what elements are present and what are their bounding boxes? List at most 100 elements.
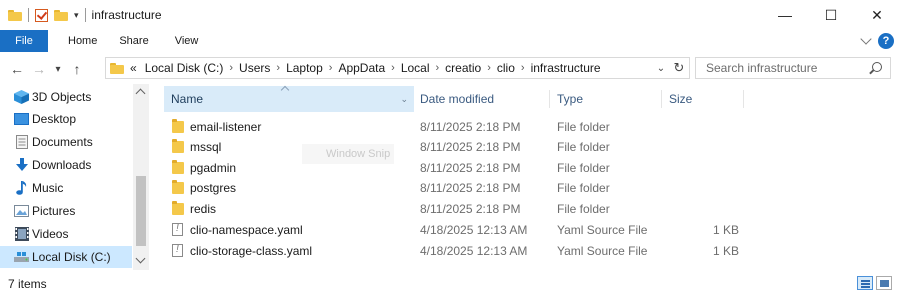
breadcrumb-separator[interactable]: › [391,62,395,74]
tab-share[interactable]: Share [113,30,164,52]
navigation-scrollbar[interactable] [133,84,149,270]
column-header-date[interactable]: Date modified [414,86,549,112]
table-row[interactable]: postgres 8/11/2025 2:18 PM File folder [164,178,764,198]
column-divider[interactable] [661,90,662,108]
nav-item-local-disk[interactable]: Local Disk (C:) [0,246,132,268]
file-type: File folder [557,161,610,175]
table-row[interactable]: mssql 8/11/2025 2:18 PM File folder [164,137,764,157]
file-type: Yaml Source File [557,223,648,237]
breadcrumb-separator[interactable]: › [487,62,491,74]
details-view-icon[interactable] [857,276,873,290]
folder-icon [172,119,184,133]
breadcrumb-item[interactable]: creatio [445,61,481,75]
file-name: clio-namespace.yaml [190,223,303,237]
breadcrumb-separator[interactable]: › [276,62,280,74]
breadcrumb-separator[interactable]: › [229,62,233,74]
folder-icon [110,62,124,74]
window-controls: — ☐ ✕ [762,0,900,30]
drive-icon [14,250,29,264]
up-button[interactable]: ↑ [66,58,88,80]
close-button[interactable]: ✕ [854,0,900,30]
customize-toolbar-dropdown[interactable]: ▾ [74,10,79,21]
file-size [669,137,739,157]
column-divider[interactable] [743,90,744,108]
address-bar[interactable]: « Local Disk (C:) › Users › Laptop › App… [105,57,690,79]
column-header-name[interactable]: Name ⌄ [164,85,414,112]
table-row[interactable]: email-listener 8/11/2025 2:18 PM File fo… [164,117,764,137]
folder-icon [8,9,22,21]
expand-ribbon-icon[interactable] [860,33,872,45]
breadcrumb-item[interactable]: infrastructure [531,61,601,75]
breadcrumb-item[interactable]: Users [239,61,270,75]
nav-item-label: Local Disk (C:) [32,250,111,264]
file-type: File folder [557,140,610,154]
breadcrumb-overflow[interactable]: « [130,61,137,75]
file-type: File folder [557,120,610,134]
nav-item-label: Pictures [32,204,76,218]
scroll-up-icon[interactable] [135,88,146,99]
properties-icon[interactable] [35,8,48,22]
address-history-dropdown[interactable]: ⌄ [653,63,669,74]
recent-locations-dropdown[interactable]: ▾ [50,58,66,80]
file-date: 8/11/2025 2:18 PM [420,140,521,154]
desktop-icon [14,112,29,126]
tab-file[interactable]: File [0,30,48,52]
documents-icon [14,135,29,149]
cube-icon [14,90,29,104]
scrollbar-thumb[interactable] [136,176,146,246]
file-size [669,178,739,198]
breadcrumb-item[interactable]: Laptop [286,61,323,75]
large-icon-glyph [880,280,889,287]
nav-item-pictures[interactable]: Pictures [0,200,132,222]
nav-item-label: Documents [32,135,93,149]
forward-button[interactable]: → [28,58,50,80]
nav-item-downloads[interactable]: Downloads [0,154,132,176]
column-header-label: Name [171,92,204,106]
column-header-label: Type [557,92,584,106]
nav-item-music[interactable]: Music [0,177,132,199]
nav-item-label: Desktop [32,112,77,126]
table-row[interactable]: pgadmin 8/11/2025 2:18 PM File folder [164,158,764,178]
tab-view[interactable]: View [165,30,215,52]
nav-item-3d-objects[interactable]: 3D Objects [0,86,132,108]
maximize-button[interactable]: ☐ [808,0,854,30]
column-headers: Name ⌄ Date modified Type Size [152,85,752,112]
breadcrumb-item[interactable]: Local [401,61,430,75]
breadcrumb-separator[interactable]: › [436,62,440,74]
search-icon [872,62,882,72]
file-type: File folder [557,202,610,216]
table-row[interactable]: clio-namespace.yaml 4/18/2025 12:13 AM Y… [164,220,764,240]
back-button[interactable]: ← [6,58,28,80]
refresh-icon[interactable]: ↻ [669,60,689,76]
nav-item-videos[interactable]: Videos [0,223,132,245]
breadcrumb-separator[interactable]: › [521,62,525,74]
file-date: 4/18/2025 12:13 AM [420,223,528,237]
column-filter-dropdown[interactable]: ⌄ [400,94,408,105]
column-header-label: Date modified [420,92,495,106]
breadcrumb-separator[interactable]: › [329,62,333,74]
minimize-button[interactable]: — [762,0,808,30]
help-icon[interactable]: ? [878,33,894,49]
tab-home[interactable]: Home [48,30,113,52]
nav-item-documents[interactable]: Documents [0,131,132,153]
folder-icon [172,139,184,153]
column-header-size[interactable]: Size [663,86,743,112]
window-title: infrastructure [91,8,162,22]
new-folder-icon[interactable] [54,9,68,21]
table-row[interactable]: redis 8/11/2025 2:18 PM File folder [164,199,764,219]
file-list: Name ⌄ Date modified Type Size Window Sn… [152,84,900,270]
breadcrumb-item[interactable]: AppData [338,61,385,75]
breadcrumb-item[interactable]: clio [497,61,515,75]
file-name: mssql [190,140,222,154]
large-icons-view-icon[interactable] [876,276,892,290]
file-date: 8/11/2025 2:18 PM [420,181,521,195]
search-input[interactable]: Search infrastructure [695,57,891,79]
nav-item-desktop[interactable]: Desktop [0,108,132,130]
column-divider[interactable] [549,90,550,108]
videos-icon [14,227,29,241]
column-header-type[interactable]: Type [551,86,661,112]
yaml-file-icon [172,223,183,236]
scroll-down-icon[interactable] [135,253,146,264]
table-row[interactable]: clio-storage-class.yaml 4/18/2025 12:13 … [164,241,764,261]
breadcrumb-item[interactable]: Local Disk (C:) [145,61,224,75]
